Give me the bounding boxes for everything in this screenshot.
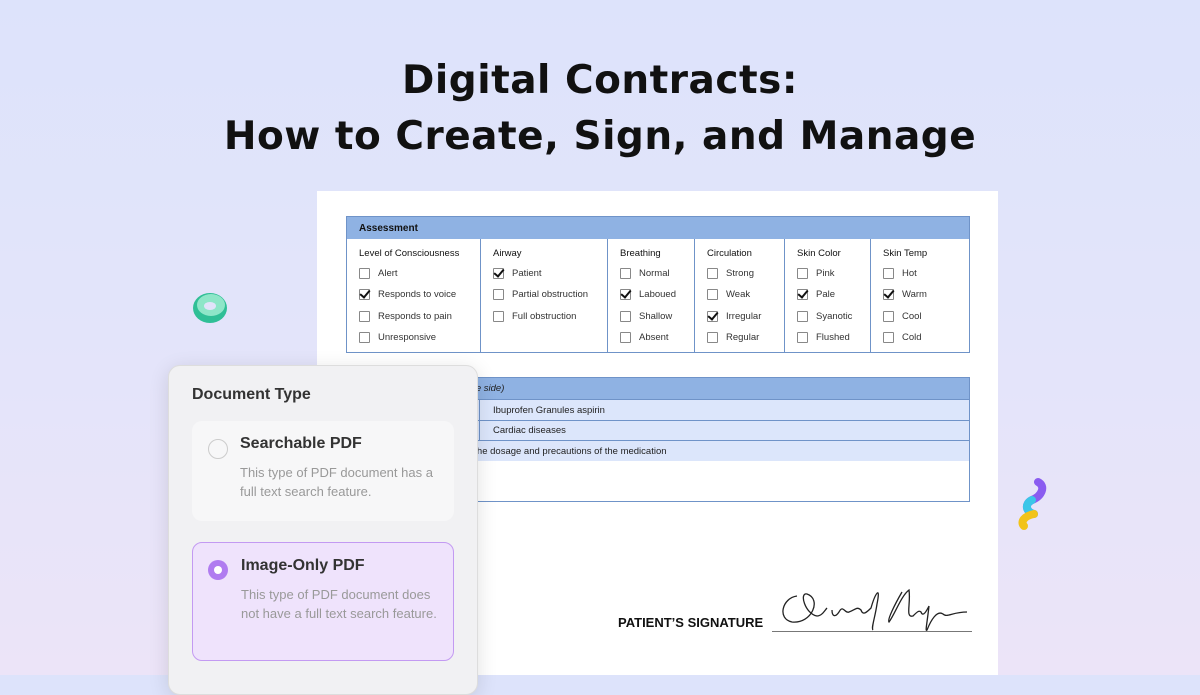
checkbox-item[interactable]: Responds to pain [359, 310, 452, 322]
checkbox[interactable] [359, 310, 370, 322]
checkbox-label: Shallow [639, 310, 673, 322]
assessment-column: Level of Consciousness Alert Responds to v… [347, 239, 480, 352]
checkbox-label: Patient [512, 267, 542, 279]
checkbox[interactable] [707, 332, 718, 343]
checkbox-label: Strong [726, 267, 754, 279]
checkbox-label: Cool [902, 310, 922, 322]
checkbox[interactable] [493, 310, 504, 322]
assessment-table: Assessment Level of Consciousness Alert Re… [346, 216, 970, 353]
checkbox[interactable] [493, 267, 504, 279]
handwritten-signature [782, 588, 968, 631]
checkbox-item[interactable]: Strong [707, 267, 754, 279]
checkbox-label: Unresponsive [378, 332, 437, 343]
checkbox[interactable] [620, 332, 631, 343]
assessment-column: Breathing Normal Laboued Shallow Absent [607, 239, 694, 352]
option-label: Image-Only PDF [241, 557, 365, 574]
checkbox-label: Laboued [639, 289, 676, 300]
assessment-column: Circulation Strong Weak Irregular Regular [694, 239, 784, 352]
signature-label: PATIENT’S SIGNATURE [618, 615, 764, 630]
checkbox-label: Weak [726, 289, 751, 300]
checkbox[interactable] [797, 310, 808, 322]
checkbox-item[interactable]: Cool [883, 310, 922, 322]
document-type-panel: Document Type Searchable PDF This type o… [168, 365, 478, 695]
column-heading: Skin Temp [883, 248, 928, 259]
checkbox-item[interactable]: Weak [707, 289, 750, 301]
checkbox-label: Partial obstruction [512, 289, 589, 300]
title-line-2: How to Create, Sign, and Manage [223, 114, 977, 159]
checkbox[interactable] [620, 310, 631, 322]
assessment-header: Assessment [347, 217, 969, 239]
checkbox-item[interactable]: Alert [359, 267, 398, 279]
checkbox-label: Flushed [816, 332, 850, 343]
title-line-1: Digital Contracts: [402, 58, 798, 103]
checkbox-item[interactable]: Pale [797, 289, 835, 301]
option-searchable-pdf[interactable]: Searchable PDF This type of PDF document… [192, 421, 454, 521]
checkbox-label: Alert [378, 267, 398, 279]
checkbox-item[interactable]: Flushed [797, 332, 850, 344]
checkbox-item[interactable]: Full obstruction [493, 310, 576, 322]
checkbox-item[interactable]: Laboued [620, 289, 676, 301]
option-label: Searchable PDF [240, 435, 362, 452]
checkbox[interactable] [359, 289, 370, 300]
checkbox[interactable] [797, 267, 808, 279]
checkbox-label: Responds to voice [378, 289, 457, 300]
checkbox-label: Pale [816, 289, 836, 300]
checkbox-label: Full obstruction [512, 310, 577, 322]
checkbox-label: Warm [902, 289, 927, 300]
assessment-column: Skin Temp Hot Warm Cool Cold [870, 239, 971, 352]
checkbox-item[interactable]: Hot [883, 267, 917, 279]
checkbox-item[interactable]: Absent [620, 332, 669, 344]
checkbox-item[interactable]: Normal [620, 267, 670, 279]
checkbox-item[interactable]: Syanotic [797, 310, 852, 322]
colorful-squiggle-icon [1018, 478, 1047, 530]
checkbox[interactable] [883, 289, 894, 300]
checkbox-item[interactable]: Unresponsive [359, 332, 436, 344]
checkbox[interactable] [707, 267, 718, 279]
checkbox[interactable] [883, 310, 894, 322]
checkbox[interactable] [359, 332, 370, 343]
radio-selected[interactable] [208, 560, 228, 580]
assessment-column: Airway Patient Partial obstruction Full obs… [480, 239, 607, 352]
checkbox-label: Responds to pain [378, 310, 452, 322]
checkbox-item[interactable]: Patient [493, 267, 542, 279]
checkbox-label: Absent [639, 332, 669, 343]
checkbox[interactable] [797, 289, 808, 300]
checkbox-item[interactable]: Irregular [707, 310, 761, 322]
checkbox-label: Irregular [726, 310, 762, 322]
checkbox-item[interactable]: Cold [883, 332, 922, 344]
checkbox[interactable] [707, 289, 718, 300]
checkbox[interactable] [883, 332, 894, 343]
checkbox[interactable] [359, 267, 370, 279]
checkbox-item[interactable]: Warm [883, 289, 927, 301]
column-heading: Airway [493, 248, 522, 259]
checkbox-label: Normal [639, 267, 670, 279]
radio-unselected[interactable] [208, 439, 228, 459]
checkbox-item[interactable]: Regular [707, 332, 759, 344]
checkbox-label: Regular [726, 332, 760, 343]
checkbox-label: Cold [902, 332, 922, 343]
column-heading: Breathing [620, 248, 661, 259]
checkbox[interactable] [493, 289, 504, 300]
option-description: This type of PDF document does not have … [241, 587, 437, 621]
checkbox-item[interactable]: Partial obstruction [493, 289, 588, 301]
panel-title: Document Type [192, 386, 311, 403]
checkbox-label: Pink [816, 267, 835, 279]
column-heading: Circulation [707, 248, 752, 259]
column-heading: Skin Color [797, 248, 841, 259]
green-ring-logo-icon [193, 293, 227, 323]
checkbox-item[interactable]: Shallow [620, 310, 672, 322]
checkbox[interactable] [707, 310, 718, 322]
checkbox[interactable] [620, 267, 631, 279]
checkbox-item[interactable]: Responds to voice [359, 289, 456, 301]
checkbox-label: Hot [902, 267, 917, 279]
assessment-column: Skin Color Pink Pale Syanotic Flushed [784, 239, 870, 352]
checkbox-label: Syanotic [816, 310, 853, 322]
checkbox-item[interactable]: Pink [797, 267, 834, 279]
checkbox[interactable] [620, 289, 631, 300]
column-heading: Level of Consciousness [359, 248, 460, 259]
checkbox[interactable] [797, 332, 808, 343]
option-description: This type of PDF document has a full tex… [240, 465, 433, 499]
checkbox[interactable] [883, 267, 894, 279]
option-image-only-pdf[interactable]: Image-Only PDF This type of PDF document… [192, 542, 454, 661]
